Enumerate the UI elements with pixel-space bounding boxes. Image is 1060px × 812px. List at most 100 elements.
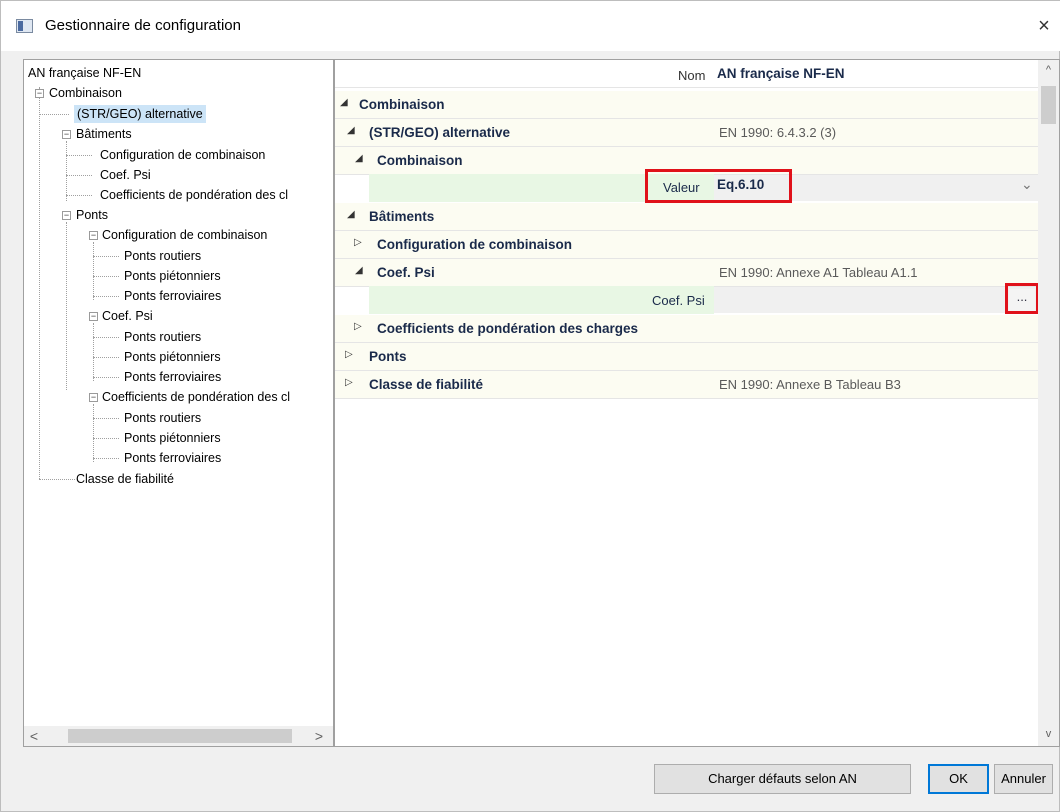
collapse-toggle-icon[interactable]: − (89, 312, 98, 321)
coef-psi-field[interactable] (714, 287, 1038, 313)
tree-item-ponts-routiers[interactable]: Ponts routiers (124, 409, 201, 427)
category-configuration[interactable]: ▷ Configuration de combinaison (335, 231, 1038, 259)
scroll-down-arrow-icon[interactable]: v (1038, 728, 1059, 740)
tree-item-ponts-pietonniers[interactable]: Ponts piétonniers (124, 348, 221, 366)
collapse-toggle-icon[interactable]: − (62, 211, 71, 220)
expanded-triangle-icon[interactable]: ◢ (340, 97, 348, 108)
highlight-box-ellipsis (1005, 283, 1039, 314)
tree-connector (93, 377, 119, 378)
classe-de-fiabilite-label: Classe de fiabilité (369, 377, 484, 392)
tree-item-str-geo-alternative[interactable]: (STR/GEO) alternative (74, 105, 206, 123)
configuration-manager-window: Gestionnaire de configuration × AN franç… (0, 0, 1060, 812)
nom-label: Nom (678, 68, 706, 83)
tree-item-batiments-coefficients[interactable]: Coefficients de pondération des cl (100, 186, 288, 204)
category-coefficients-ponderation[interactable]: ▷ Coefficients de pondération des charge… (335, 315, 1038, 343)
dropdown-chevron-icon[interactable]: ⌄ (1021, 176, 1033, 193)
tree-connector (93, 438, 119, 439)
property-grid: Nom AN française NF-EN ◢ Combinaison ◢ (… (334, 59, 1060, 747)
tree-connector (93, 276, 119, 277)
configuration-label: Configuration de combinaison (377, 237, 572, 252)
tree-item-ponts-routiers[interactable]: Ponts routiers (124, 247, 201, 265)
tree-item-batiments[interactable]: Bâtiments (76, 125, 132, 143)
app-window-icon (16, 19, 33, 33)
tree-item-batiments-coef-psi[interactable]: Coef. Psi (100, 166, 151, 184)
scroll-thumb[interactable] (68, 729, 292, 743)
tree-connector (93, 337, 119, 338)
title-bar: Gestionnaire de configuration × (1, 1, 1060, 51)
category-combinaison[interactable]: ◢ Combinaison (335, 91, 1038, 119)
category-batiments[interactable]: ◢ Bâtiments (335, 203, 1038, 231)
tree-connector (93, 256, 119, 257)
close-button[interactable]: × (1029, 11, 1059, 41)
tree-connector (66, 195, 92, 196)
ponts-label: Ponts (369, 349, 407, 364)
collapse-toggle-icon[interactable]: − (89, 393, 98, 402)
ok-button[interactable]: OK (928, 764, 989, 794)
tree-item-batiments-configuration[interactable]: Configuration de combinaison (100, 146, 265, 164)
coef-psi-label: Coef. Psi (377, 265, 435, 280)
category-ponts[interactable]: ▷ Ponts (335, 343, 1038, 371)
classe-de-fiabilite-reference: EN 1990: Annexe B Tableau B3 (719, 377, 901, 392)
tree-item-combinaison[interactable]: Combinaison (49, 84, 122, 102)
tree-horizontal-scrollbar[interactable]: < > (24, 726, 333, 746)
tree-connector (93, 458, 119, 459)
category-coef-psi[interactable]: ◢ Coef. Psi EN 1990: Annexe A1 Tableau A… (335, 259, 1038, 287)
collapsed-triangle-icon[interactable]: ▷ (354, 321, 362, 332)
tree-item-ponts-routiers[interactable]: Ponts routiers (124, 328, 201, 346)
scroll-right-arrow-icon[interactable]: > (311, 728, 327, 744)
tree-item-ponts-coef-psi[interactable]: Coef. Psi (102, 307, 153, 325)
category-str-geo[interactable]: ◢ (STR/GEO) alternative EN 1990: 6.4.3.2… (335, 119, 1038, 147)
cancel-button[interactable]: Annuler (994, 764, 1053, 794)
tree-connector (93, 404, 94, 462)
collapse-toggle-icon[interactable]: − (35, 89, 44, 98)
tree-item-classe-de-fiabilite[interactable]: Classe de fiabilité (76, 470, 174, 488)
tree-connector (66, 175, 92, 176)
tree-connector (93, 296, 119, 297)
nom-value[interactable]: AN française NF-EN (717, 66, 845, 81)
expanded-triangle-icon[interactable]: ◢ (355, 153, 363, 164)
expanded-triangle-icon[interactable]: ◢ (347, 125, 355, 136)
tree-item-ponts-pietonniers[interactable]: Ponts piétonniers (124, 429, 221, 447)
tree-item-ponts-coefficients[interactable]: Coefficients de pondération des cl (102, 388, 290, 406)
category-combinaison-label: Combinaison (359, 97, 445, 112)
tree-item-ponts-configuration[interactable]: Configuration de combinaison (102, 226, 267, 244)
tree-connector (66, 222, 67, 390)
collapse-toggle-icon[interactable]: − (62, 130, 71, 139)
expanded-triangle-icon[interactable]: ◢ (347, 209, 355, 220)
sub-combinaison-label: Combinaison (377, 153, 463, 168)
scroll-up-arrow-icon[interactable]: ^ (1038, 64, 1059, 76)
tree-item-ponts-ferroviaires[interactable]: Ponts ferroviaires (124, 368, 221, 386)
tree-connector (66, 155, 92, 156)
configuration-tree: AN française NF-EN − Combinaison (STR/GE… (23, 59, 334, 747)
tree-item-ponts-pietonniers[interactable]: Ponts piétonniers (124, 267, 221, 285)
batiments-label: Bâtiments (369, 209, 435, 224)
coef-psi-reference: EN 1990: Annexe A1 Tableau A1.1 (719, 265, 918, 280)
collapsed-triangle-icon[interactable]: ▷ (345, 349, 353, 360)
load-defaults-button[interactable]: Charger défauts selon AN (654, 764, 911, 794)
scroll-left-arrow-icon[interactable]: < (26, 728, 42, 744)
str-geo-reference: EN 1990: 6.4.3.2 (3) (719, 125, 837, 140)
collapsed-triangle-icon[interactable]: ▷ (354, 237, 362, 248)
coef-psi-field-label: Coef. Psi (652, 293, 705, 308)
grid-vertical-scrollbar[interactable]: ^ v (1038, 60, 1059, 746)
scroll-thumb[interactable] (1041, 86, 1056, 124)
category-classe-de-fiabilite[interactable]: ▷ Classe de fiabilité EN 1990: Annexe B … (335, 371, 1038, 399)
property-row-nom: Nom AN française NF-EN (335, 60, 1038, 88)
expanded-triangle-icon[interactable]: ◢ (355, 265, 363, 276)
collapsed-triangle-icon[interactable]: ▷ (345, 377, 353, 388)
highlight-box-valeur (645, 169, 792, 203)
window-title: Gestionnaire de configuration (45, 17, 241, 34)
tree-item-ponts[interactable]: Ponts (76, 206, 108, 224)
collapse-toggle-icon[interactable]: − (89, 231, 98, 240)
tree-connector (39, 87, 40, 479)
tree-connector (39, 114, 69, 115)
tree-connector (93, 323, 94, 381)
tree-item-root[interactable]: AN française NF-EN (28, 64, 141, 82)
tree-connector (66, 141, 67, 201)
coefficients-ponderation-label: Coefficients de pondération des charges (377, 321, 639, 336)
tree-item-ponts-ferroviaires[interactable]: Ponts ferroviaires (124, 449, 221, 467)
tree-connector (39, 479, 75, 480)
tree-item-ponts-ferroviaires[interactable]: Ponts ferroviaires (124, 287, 221, 305)
tree-connector (93, 418, 119, 419)
str-geo-label: (STR/GEO) alternative (369, 125, 511, 140)
